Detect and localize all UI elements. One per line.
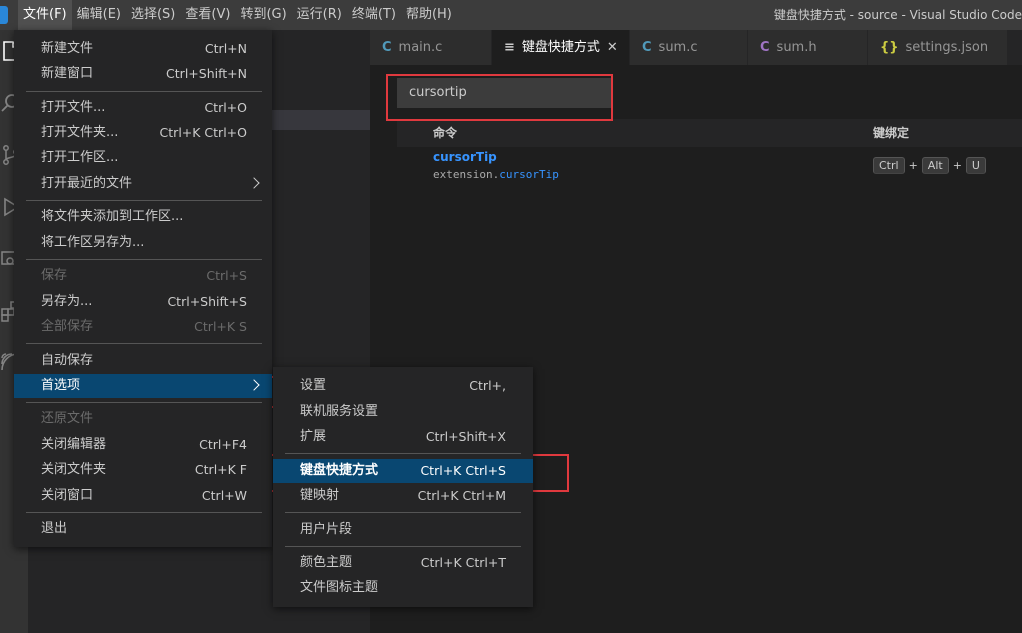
menu-separator (26, 200, 262, 201)
h-file-icon: C (760, 40, 770, 55)
menu-item-keymaps[interactable]: 键映射 Ctrl+K Ctrl+M (273, 484, 533, 508)
title-bar: 文件(F) 编辑(E) 选择(S) 查看(V) 转到(G) 运行(R) 终端(T… (0, 0, 1022, 30)
menu-bar: 文件(F) 编辑(E) 选择(S) 查看(V) 转到(G) 运行(R) 终端(T… (18, 0, 457, 30)
c-file-icon: C (642, 40, 652, 55)
tab-label: 键盘快捷方式 (521, 40, 600, 55)
menu-separator (26, 402, 262, 403)
c-file-icon: C (382, 40, 392, 55)
key-alt: Alt (921, 157, 949, 174)
menu-item-settings[interactable]: 设置 Ctrl+, (273, 374, 533, 398)
menu-item-preferences[interactable]: 首选项 (14, 374, 272, 398)
vscode-logo-icon (0, 6, 8, 24)
menu-selection[interactable]: 选择(S) (126, 0, 180, 30)
menu-item-auto-save[interactable]: 自动保存 (14, 349, 272, 373)
menu-terminal[interactable]: 终端(T) (347, 0, 401, 30)
keybindings-table-header: 命令 键绑定 (397, 119, 1022, 147)
column-header-keybinding[interactable]: 键绑定 (873, 119, 909, 147)
menu-item-new-window[interactable]: 新建窗口 Ctrl+Shift+N (14, 62, 272, 86)
menu-item-close-window[interactable]: 关闭窗口 Ctrl+W (14, 484, 272, 508)
menu-item-exit[interactable]: 退出 (14, 517, 272, 541)
annotation-box-search (386, 74, 613, 121)
menu-item-keyboard-shortcuts[interactable]: 键盘快捷方式 Ctrl+K Ctrl+S (273, 459, 533, 483)
key-ctrl: Ctrl (873, 157, 905, 174)
menu-item-open-folder[interactable]: 打开文件夹... Ctrl+K Ctrl+O (14, 121, 272, 145)
menu-item-revert-file[interactable]: 还原文件 (14, 407, 272, 431)
menu-item-color-theme[interactable]: 颜色主题 Ctrl+K Ctrl+T (273, 551, 533, 575)
menu-go[interactable]: 转到(G) (235, 0, 291, 30)
menu-view[interactable]: 查看(V) (180, 0, 235, 30)
json-file-icon: {} (880, 40, 899, 55)
preferences-submenu: 设置 Ctrl+, 联机服务设置 扩展 Ctrl+Shift+X 键盘快捷方式 Ctr… (273, 367, 533, 607)
menu-edit[interactable]: 编辑(E) (72, 0, 126, 30)
menu-run[interactable]: 运行(R) (292, 0, 347, 30)
column-header-command[interactable]: 命令 (433, 119, 457, 147)
menu-separator (26, 512, 262, 513)
command-title: cursorTip (433, 150, 497, 164)
menu-item-extensions[interactable]: 扩展 Ctrl+Shift+X (273, 425, 533, 449)
tab-label: sum.c (658, 40, 698, 55)
menu-separator (26, 91, 262, 92)
window-title: 键盘快捷方式 - source - Visual Studio Code (773, 8, 1022, 22)
chevron-right-icon (248, 177, 260, 189)
menu-item-add-folder-to-workspace[interactable]: 将文件夹添加到工作区... (14, 205, 272, 229)
menu-item-open-workspace[interactable]: 打开工作区... (14, 146, 272, 170)
editor-tabs: C main.c ≡ 键盘快捷方式 ✕ C sum.c C sum.h {} s… (370, 30, 1022, 65)
tab-label: main.c (398, 40, 443, 55)
key-plus: + (952, 159, 962, 172)
menu-item-save-workspace-as[interactable]: 将工作区另存为... (14, 231, 272, 255)
tab-sum-c[interactable]: C sum.c (630, 30, 748, 65)
chevron-right-icon (248, 379, 260, 391)
menu-separator (26, 343, 262, 344)
command-id: extension.cursorTip (433, 168, 559, 181)
tab-main-c[interactable]: C main.c (370, 30, 492, 65)
menu-help[interactable]: 帮助(H) (401, 0, 457, 30)
menu-item-close-editor[interactable]: 关闭编辑器 Ctrl+F4 (14, 433, 272, 457)
close-icon[interactable]: ✕ (607, 30, 618, 65)
tab-settings-json[interactable]: {} settings.json (868, 30, 1008, 65)
menu-item-open-recent[interactable]: 打开最近的文件 (14, 172, 272, 196)
menu-separator (285, 453, 521, 454)
tab-label: sum.h (776, 40, 817, 55)
menu-separator (285, 546, 521, 547)
tab-keyboard-shortcuts[interactable]: ≡ 键盘快捷方式 ✕ (492, 30, 630, 65)
menu-item-save[interactable]: 保存 Ctrl+S (14, 264, 272, 288)
keyboard-shortcuts-icon: ≡ (504, 40, 515, 55)
key-plus: + (908, 159, 918, 172)
keybinding-value[interactable]: Ctrl + Alt + U (873, 157, 986, 174)
tab-label: settings.json (905, 40, 989, 55)
menu-item-open-file[interactable]: 打开文件... Ctrl+O (14, 96, 272, 120)
tab-sum-h[interactable]: C sum.h (748, 30, 868, 65)
menu-item-file-icon-theme[interactable]: 文件图标主题 (273, 576, 533, 600)
menu-item-save-as[interactable]: 另存为... Ctrl+Shift+S (14, 290, 272, 314)
menu-item-close-folder[interactable]: 关闭文件夹 Ctrl+K F (14, 458, 272, 482)
menu-separator (26, 259, 262, 260)
key-u: U (965, 157, 986, 174)
file-menu: 新建文件 Ctrl+N 新建窗口 Ctrl+Shift+N 打开文件... Ctrl+… (14, 30, 272, 547)
menu-item-new-file[interactable]: 新建文件 Ctrl+N (14, 37, 272, 61)
menu-item-online-services-settings[interactable]: 联机服务设置 (273, 400, 533, 424)
menu-item-user-snippets[interactable]: 用户片段 (273, 518, 533, 542)
menu-item-save-all[interactable]: 全部保存 Ctrl+K S (14, 315, 272, 339)
menu-file[interactable]: 文件(F) (18, 0, 72, 30)
menu-separator (285, 512, 521, 513)
